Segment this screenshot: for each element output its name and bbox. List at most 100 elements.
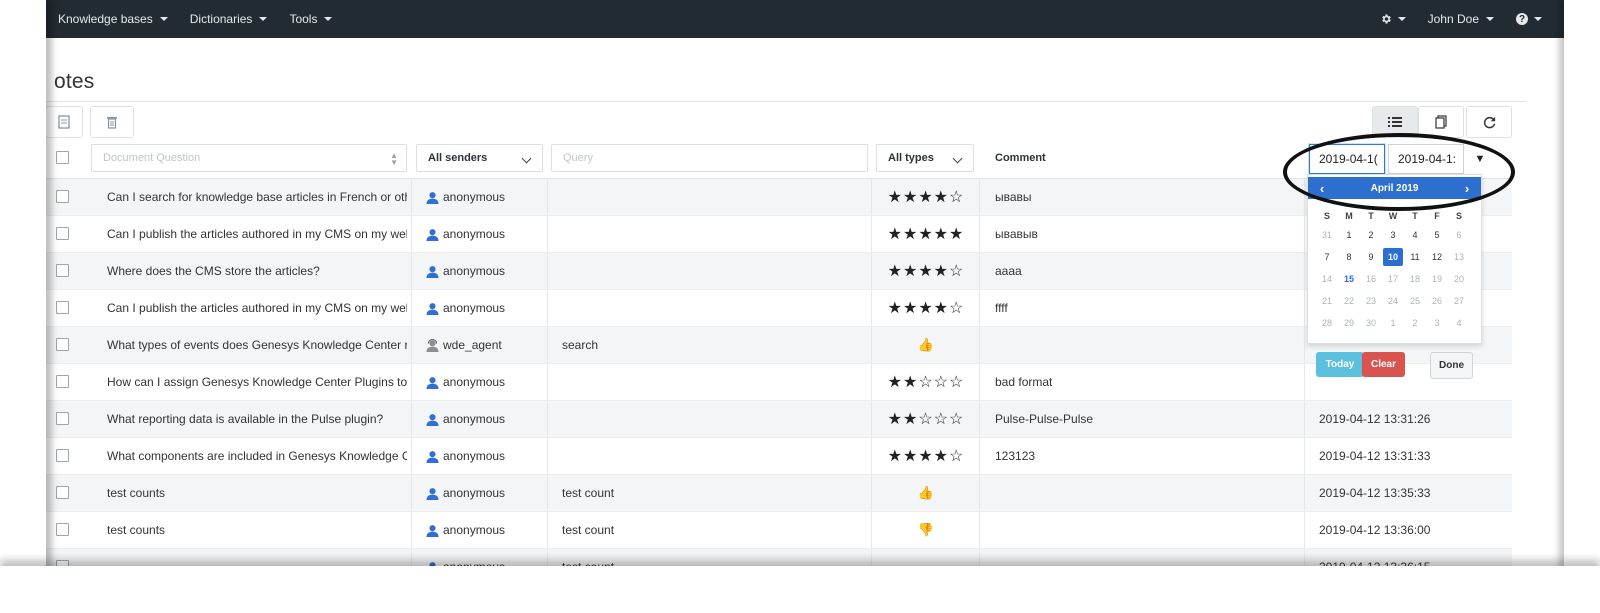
calendar-day[interactable]: 15 [1339, 270, 1359, 288]
calendar-day[interactable]: 11 [1405, 248, 1425, 266]
table-row[interactable]: What reporting data is available in the … [40, 401, 1512, 438]
row-checkbox[interactable] [56, 375, 69, 388]
calendar-day[interactable]: 2 [1405, 314, 1425, 332]
title-divider [40, 101, 1526, 102]
refresh-button[interactable] [1466, 106, 1512, 138]
thumbs-up-icon: 👍 [917, 337, 935, 352]
calendar-day[interactable]: 21 [1317, 292, 1337, 310]
cell-sender: anonymous [426, 179, 546, 215]
calendar-day[interactable]: 14 [1317, 270, 1337, 288]
row-checkbox[interactable] [56, 264, 69, 277]
table-row[interactable]: Can I publish the articles authored in m… [40, 290, 1512, 327]
column-divider [411, 364, 412, 400]
question-text: What types of events does Genesys Knowle… [107, 338, 407, 352]
column-divider [1304, 290, 1305, 326]
calendar-day[interactable]: 13 [1449, 248, 1469, 266]
calendar-day[interactable]: 10 [1383, 248, 1403, 266]
table-row[interactable]: What types of events does Genesys Knowle… [40, 327, 1512, 364]
notes-table: Document Question ▲ ▼ All senders Query A… [40, 140, 1512, 586]
table-row[interactable]: test counts anonymous test count 👍 2019-04-1… [40, 475, 1512, 512]
cell-question[interactable]: How can I assign Genesys Knowledge Cente… [107, 364, 407, 400]
table-row[interactable]: Can I publish the articles authored in m… [40, 216, 1512, 253]
calendar-day[interactable]: 1 [1339, 226, 1359, 244]
calendar-day[interactable]: 9 [1361, 248, 1381, 266]
query-filter-input[interactable]: Query [551, 144, 868, 172]
nav-knowledge-bases[interactable]: Knowledge bases [58, 12, 168, 26]
calendar-day[interactable]: 30 [1361, 314, 1381, 332]
settings-menu[interactable] [1380, 13, 1406, 25]
cell-question[interactable]: Can I publish the articles authored in m… [107, 290, 407, 326]
calendar-day[interactable]: 19 [1427, 270, 1447, 288]
calendar-day[interactable]: 20 [1449, 270, 1469, 288]
user-menu[interactable]: John Doe [1428, 12, 1494, 26]
cell-question[interactable]: Where does the CMS store the articles? [107, 253, 407, 289]
cell-rating: ★★★★☆ [876, 290, 976, 326]
sort-icon[interactable]: ▲ ▼ [390, 152, 398, 167]
types-select[interactable]: All types [876, 144, 974, 172]
table-row[interactable]: Where does the CMS store the articles? an… [40, 253, 1512, 290]
clear-button[interactable]: Clear [1362, 352, 1405, 377]
calendar-day[interactable]: 5 [1427, 226, 1447, 244]
calendar-day[interactable]: 1 [1383, 314, 1403, 332]
calendar-day[interactable]: 29 [1339, 314, 1359, 332]
row-checkbox[interactable] [56, 190, 69, 203]
done-button[interactable]: Done [1430, 352, 1473, 379]
calendar-day[interactable]: 24 [1383, 292, 1403, 310]
senders-select[interactable]: All senders [416, 144, 543, 172]
agent-icon [426, 338, 439, 352]
today-button[interactable]: Today [1316, 352, 1364, 377]
calendar-day[interactable]: 6 [1449, 226, 1469, 244]
cell-comment: bad format [995, 364, 1295, 400]
cell-question[interactable]: Can I publish the articles authored in m… [107, 216, 407, 252]
calendar-day[interactable]: 22 [1339, 292, 1359, 310]
column-divider [547, 401, 548, 437]
cell-question[interactable]: test counts [107, 475, 407, 511]
column-divider [1304, 253, 1305, 289]
calendar-day[interactable]: 28 [1317, 314, 1337, 332]
delete-button[interactable] [90, 106, 134, 138]
row-checkbox[interactable] [56, 449, 69, 462]
calendar-day[interactable]: 23 [1361, 292, 1381, 310]
table-row[interactable]: How can I assign Genesys Knowledge Cente… [40, 364, 1512, 401]
table-row[interactable]: What components are included in Genesys … [40, 438, 1512, 475]
calendar-day[interactable]: 26 [1427, 292, 1447, 310]
comment-text: Pulse-Pulse-Pulse [995, 412, 1094, 426]
calendar-day[interactable]: 16 [1361, 270, 1381, 288]
thumbs-down-icon: 👎 [917, 522, 935, 537]
calendar-day[interactable]: 2 [1361, 226, 1381, 244]
row-checkbox[interactable] [56, 412, 69, 425]
row-checkbox[interactable] [56, 301, 69, 314]
select-all-checkbox[interactable] [56, 151, 69, 164]
calendar-day[interactable]: 8 [1339, 248, 1359, 266]
row-checkbox[interactable] [56, 523, 69, 536]
calendar-day[interactable]: 17 [1383, 270, 1403, 288]
calendar-day[interactable]: 3 [1383, 226, 1403, 244]
sender-name: anonymous [443, 486, 506, 500]
calendar-day[interactable]: 12 [1427, 248, 1447, 266]
calendar-day[interactable]: 31 [1317, 226, 1337, 244]
question-filter-input[interactable]: Document Question ▲ ▼ [91, 144, 407, 172]
cell-question[interactable]: test counts [107, 512, 407, 548]
nav-label: Knowledge bases [58, 12, 153, 26]
help-menu[interactable]: ? [1516, 13, 1542, 25]
calendar-day[interactable]: 7 [1317, 248, 1337, 266]
table-row[interactable]: test counts anonymous test count 👎 2019-04-1… [40, 512, 1512, 549]
calendar-day[interactable]: 4 [1405, 226, 1425, 244]
row-checkbox[interactable] [56, 338, 69, 351]
cell-question[interactable]: What components are included in Genesys … [107, 438, 407, 474]
cell-question[interactable]: What reporting data is available in the … [107, 401, 407, 437]
column-divider [979, 253, 980, 289]
nav-tools[interactable]: Tools [289, 12, 333, 26]
calendar-day[interactable]: 27 [1449, 292, 1469, 310]
calendar-day[interactable]: 18 [1405, 270, 1425, 288]
calendar-day[interactable]: 3 [1427, 314, 1447, 332]
calendar-day[interactable]: 4 [1449, 314, 1469, 332]
row-checkbox[interactable] [56, 486, 69, 499]
nav-dictionaries[interactable]: Dictionaries [190, 12, 268, 26]
nav-label: Tools [289, 12, 318, 26]
calendar-day[interactable]: 25 [1405, 292, 1425, 310]
cell-question[interactable]: What types of events does Genesys Knowle… [107, 327, 407, 363]
export-button[interactable] [45, 106, 83, 138]
cell-question[interactable]: Can I search for knowledge base articles… [107, 179, 407, 215]
row-checkbox[interactable] [56, 227, 69, 240]
